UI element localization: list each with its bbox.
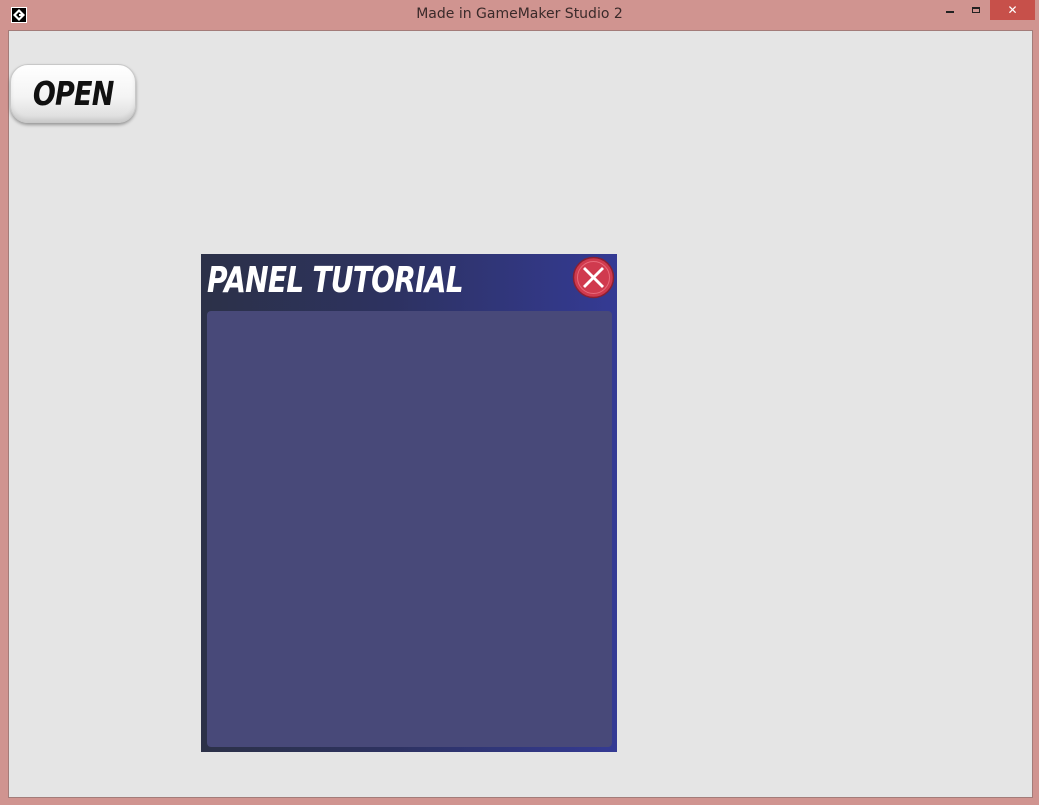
panel-content-area: [207, 311, 612, 747]
window-title: Made in GameMaker Studio 2: [416, 6, 623, 22]
minimize-icon: [946, 11, 954, 13]
panel-title: PANEL TUTORIAL: [207, 260, 464, 301]
tutorial-panel: PANEL TUTORIAL: [201, 254, 617, 752]
app-window: Made in GameMaker Studio 2 ✕ OPEN PANEL …: [0, 0, 1039, 805]
maximize-button[interactable]: [963, 0, 989, 20]
open-button[interactable]: OPEN: [10, 64, 136, 123]
title-bar[interactable]: Made in GameMaker Studio 2 ✕: [0, 0, 1039, 30]
minimize-button[interactable]: [937, 0, 963, 20]
close-icon: ✕: [1007, 3, 1018, 17]
open-button-label: OPEN: [32, 74, 115, 113]
close-x-circle-icon: [572, 256, 615, 299]
window-close-button[interactable]: ✕: [990, 0, 1035, 20]
maximize-icon: [972, 7, 980, 13]
panel-close-button[interactable]: [572, 256, 615, 299]
